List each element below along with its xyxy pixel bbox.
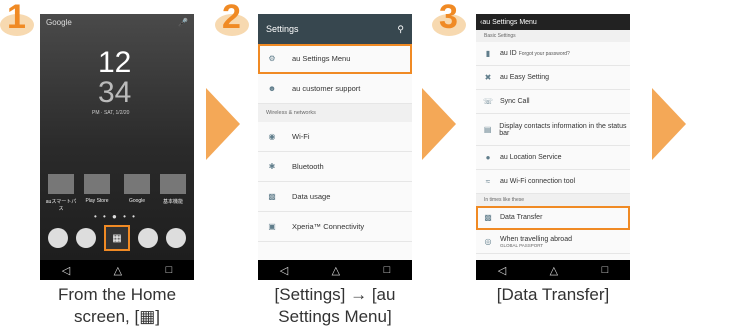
menu-item-au-wifi-tool[interactable]: ≈ au Wi-Fi connection tool [476, 170, 630, 194]
arrow-icon [206, 88, 240, 160]
search-icon[interactable]: ⚲ [397, 24, 404, 35]
nav-bar: ◁ △ □ [40, 260, 194, 280]
phone-home-screen: Google 🎤 12 34 PM · SAT, 1/2/20 auスマートパス … [40, 14, 194, 280]
connectivity-icon: ▣ [268, 222, 276, 231]
section-header: In times like these [476, 194, 630, 206]
nav-bar: ◁ △ □ [258, 260, 412, 280]
caption-step-3: [Data Transfer] [496, 285, 610, 304]
clock-minutes: 34 [98, 76, 132, 109]
sync-call-icon: ☏ [482, 97, 493, 106]
google-search-label[interactable]: Google [46, 18, 72, 27]
menu-item-data-transfer[interactable]: ▩ Data Transfer [476, 206, 630, 230]
id-card-icon: ▮ [485, 49, 491, 58]
nav-bar: ◁ △ □ [476, 260, 630, 280]
location-pin-icon: ● [485, 153, 491, 162]
recent-apps-icon[interactable]: □ [602, 264, 609, 276]
home-icon[interactable]: △ [114, 264, 122, 277]
phone-icon[interactable] [166, 228, 186, 248]
menu-item-au-location-service[interactable]: ● au Location Service [476, 146, 630, 170]
step-number-1: 1 [0, 0, 36, 38]
chrome-icon[interactable] [76, 228, 96, 248]
contacts-icon: ▤ [483, 125, 492, 134]
camera-icon[interactable] [48, 228, 68, 248]
person-icon: ☻ [267, 84, 277, 93]
back-icon[interactable]: ◁ [498, 264, 506, 277]
caption-step-1: From the Home screen, [▦] [57, 285, 177, 326]
caption-step-2: [Settings] → [au Settings Menu] [274, 285, 396, 326]
clock-hours: 12 [98, 46, 132, 79]
bluetooth-icon: ✱ [268, 162, 276, 171]
menu-item-sync-call[interactable]: ☏ Sync Call [476, 90, 630, 114]
clock-date: PM · SAT, 1/2/20 [92, 110, 130, 116]
apps-button[interactable]: ▦ [104, 225, 130, 251]
bar-chart-icon: ▩ [268, 192, 276, 201]
wifi-icon: ◉ [268, 132, 276, 141]
home-icon[interactable]: △ [550, 264, 558, 277]
globe-icon: ◎ [484, 237, 492, 246]
dock: ▦ [44, 224, 190, 252]
wifi-tool-icon: ≈ [485, 177, 491, 186]
menu-item-au-id[interactable]: ▮ au ID Forgot your password? [476, 42, 630, 66]
arrow-icon [422, 88, 456, 160]
back-icon[interactable]: ◁ [280, 264, 288, 277]
app-icon[interactable] [48, 174, 74, 194]
app-icon[interactable] [160, 174, 186, 194]
settings-item-wifi[interactable]: ◉ Wi-Fi [258, 122, 412, 152]
phone-settings-screen: Settings ⚲ ⚙ au Settings Menu ☻ au customer… [258, 14, 412, 280]
app-icon[interactable] [84, 174, 110, 194]
recent-apps-icon[interactable]: □ [166, 264, 173, 276]
settings-item-au-settings-menu[interactable]: ⚙ au Settings Menu [258, 44, 412, 74]
data-transfer-icon: ▩ [484, 213, 492, 222]
settings-item-xperia-connectivity[interactable]: ▣ Xperia™ Connectivity [258, 212, 412, 242]
step-number-3: 3 [432, 0, 468, 38]
settings-item-data-usage[interactable]: ▩ Data usage [258, 182, 412, 212]
menu-item-display-contacts[interactable]: ▤ Display contacts information in the sta… [476, 114, 630, 146]
home-icon[interactable]: △ [332, 264, 340, 277]
page-indicator: • • ● • • [94, 212, 137, 221]
settings-title: Settings [266, 24, 299, 34]
app-label: Google [128, 198, 146, 204]
settings-item-bluetooth[interactable]: ✱ Bluetooth [258, 152, 412, 182]
app-label: auスマートパス [45, 199, 77, 212]
au-settings-title: au Settings Menu [482, 18, 537, 26]
section-header: Wireless & networks [258, 104, 412, 122]
gear-icon: ⚙ [268, 54, 276, 63]
settings-item-au-customer-support[interactable]: ☻ au customer support [258, 74, 412, 104]
menu-item-au-easy-setting[interactable]: ✖ au Easy Setting [476, 66, 630, 90]
back-icon[interactable]: ◁ [62, 264, 70, 277]
arrow-icon [652, 88, 686, 160]
section-header: Basic Settings [476, 30, 630, 42]
mail-icon[interactable] [138, 228, 158, 248]
wrench-icon: ✖ [484, 73, 492, 82]
app-label: 基本機能 [162, 199, 183, 205]
app-label: Play Store [85, 198, 109, 204]
menu-item-travelling-abroad[interactable]: ◎ When travelling abroad GLOBAL PASSPORT [476, 230, 630, 254]
recent-apps-icon[interactable]: □ [384, 264, 391, 276]
app-icon[interactable] [124, 174, 150, 194]
phone-au-settings-screen: ‹ au Settings Menu Basic Settings ▮ au ID … [476, 14, 630, 280]
mic-icon[interactable]: 🎤 [178, 18, 188, 27]
step-number-2: 2 [215, 0, 251, 38]
